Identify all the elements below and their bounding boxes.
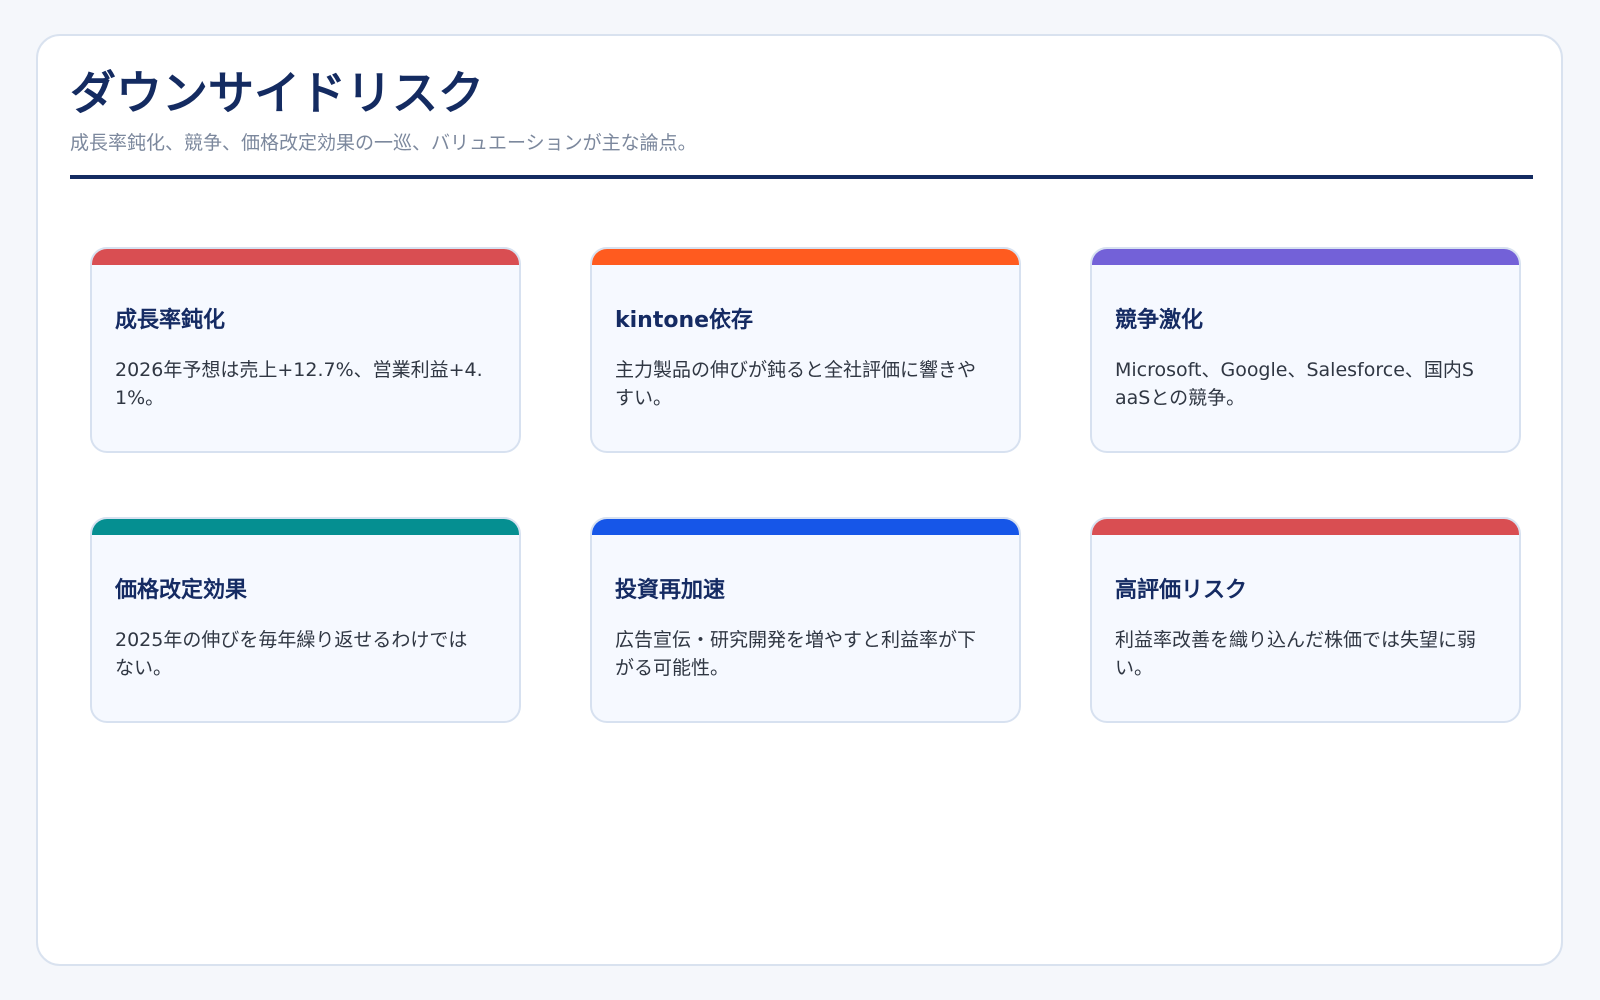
risk-card-price-revision-effect: 価格改定効果 2025年の伸びを毎年繰り返せるわけではない。	[90, 517, 521, 723]
risk-card-description: Microsoft、Google、Salesforce、国内SaaSとの競争。	[1115, 359, 1474, 409]
risk-card-kintone-dependence: kintone依存 主力製品の伸びが鈍ると全社評価に響きやすい。	[590, 247, 1021, 453]
risk-card-title: 成長率鈍化	[115, 308, 226, 334]
risk-card-title: 競争激化	[1115, 308, 1204, 334]
risk-card-description: 2025年の伸びを毎年繰り返せるわけではない。	[115, 629, 468, 679]
risk-card-description: 広告宣伝・研究開発を増やすと利益率が下がる可能性。	[615, 629, 977, 679]
risk-card-accent	[92, 519, 519, 535]
risk-card-accent	[592, 249, 1019, 265]
risk-card-title: kintone依存	[615, 308, 754, 334]
page-title: ダウンサイドリスク	[70, 66, 484, 120]
risk-card-accent	[92, 249, 519, 265]
downside-risk-slide: ダウンサイドリスク 成長率鈍化、競争、価格改定効果の一巡、バリュエーションが主な…	[36, 34, 1563, 966]
risk-card-title: 高評価リスク	[1115, 578, 1248, 604]
risk-card-investment-acceleration: 投資再加速 広告宣伝・研究開発を増やすと利益率が下がる可能性。	[590, 517, 1021, 723]
risk-card-title: 投資再加速	[615, 578, 726, 604]
risk-card-title: 価格改定効果	[115, 578, 248, 604]
risk-card-description: 主力製品の伸びが鈍ると全社評価に響きやすい。	[615, 359, 977, 409]
page-subtitle: 成長率鈍化、競争、価格改定効果の一巡、バリュエーションが主な論点。	[70, 132, 697, 154]
risk-card-growth-slowdown: 成長率鈍化 2026年予想は売上+12.7%、営業利益+4.1%。	[90, 247, 521, 453]
risk-card-description: 2026年予想は売上+12.7%、営業利益+4.1%。	[115, 359, 483, 409]
risk-card-grid: 成長率鈍化 2026年予想は売上+12.7%、営業利益+4.1%。 kinton…	[90, 247, 1521, 732]
risk-card-high-valuation: 高評価リスク 利益率改善を織り込んだ株価では失望に弱い。	[1090, 517, 1521, 723]
title-divider	[70, 175, 1533, 179]
risk-card-accent	[1092, 519, 1519, 535]
risk-card-accent	[592, 519, 1019, 535]
risk-card-description: 利益率改善を織り込んだ株価では失望に弱い。	[1115, 629, 1477, 679]
risk-card-competition: 競争激化 Microsoft、Google、Salesforce、国内SaaSと…	[1090, 247, 1521, 453]
risk-card-accent	[1092, 249, 1519, 265]
slide-header: ダウンサイドリスク 成長率鈍化、競争、価格改定効果の一巡、バリュエーションが主な…	[70, 62, 1533, 157]
